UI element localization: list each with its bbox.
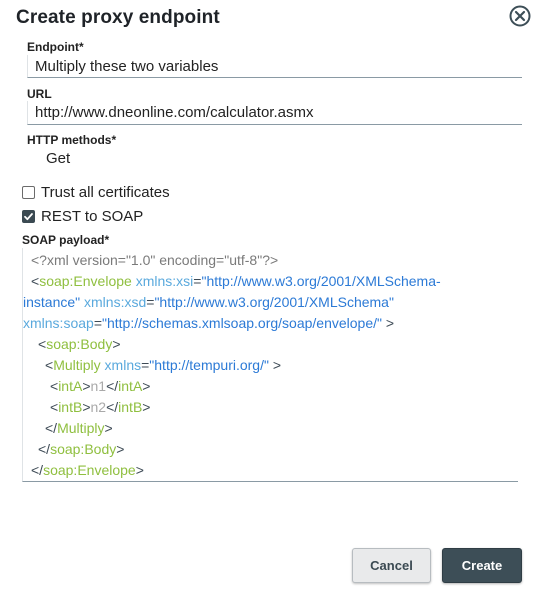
- dialog-title: Create proxy endpoint: [16, 7, 220, 28]
- http-methods-label: HTTP methods*: [27, 133, 117, 147]
- payload-line: <intA>n1</intA>: [50, 378, 151, 394]
- payload-line: </Multiply>: [45, 420, 113, 436]
- create-button[interactable]: Create: [442, 548, 522, 583]
- payload-line: <soap:Envelope xmlns:xsi="http://www.w3.…: [31, 273, 441, 289]
- soap-payload-label: SOAP payload*: [22, 233, 110, 247]
- payload-line: instance" xmlns:xsd="http://www.w3.org/2…: [23, 294, 394, 310]
- payload-line: </soap:Envelope>: [31, 462, 144, 478]
- trust-all-certificates-checkbox[interactable]: [22, 186, 35, 199]
- payload-line: <soap:Body>: [38, 336, 121, 352]
- url-field-wrapper: [27, 101, 522, 125]
- trust-all-certificates-option[interactable]: Trust all certificates: [22, 184, 170, 201]
- payload-line: <intB>n2</intB>: [50, 399, 151, 415]
- soap-payload-editor[interactable]: <?xml version="1.0" encoding="utf-8"?> <s…: [22, 248, 518, 482]
- url-input[interactable]: [28, 101, 522, 123]
- cancel-button[interactable]: Cancel: [352, 548, 431, 583]
- http-methods-value[interactable]: Get: [46, 150, 70, 167]
- rest-to-soap-checkbox[interactable]: [22, 210, 35, 223]
- checkmark-icon: [24, 213, 33, 221]
- close-icon[interactable]: [509, 5, 531, 27]
- endpoint-input[interactable]: [28, 55, 522, 77]
- rest-to-soap-label: REST to SOAP: [41, 208, 144, 225]
- payload-line: <Multiply xmlns="http://tempuri.org/" >: [45, 357, 282, 373]
- payload-line: <?xml version="1.0" encoding="utf-8"?>: [31, 252, 279, 268]
- endpoint-field-wrapper: [27, 55, 522, 78]
- rest-to-soap-option[interactable]: REST to SOAP: [22, 208, 143, 225]
- endpoint-label: Endpoint*: [27, 40, 84, 54]
- payload-line: xmlns:soap="http://schemas.xmlsoap.org/s…: [23, 315, 395, 331]
- url-label: URL: [27, 87, 52, 101]
- trust-all-certificates-label: Trust all certificates: [41, 184, 170, 201]
- payload-line: </soap:Body>: [38, 441, 125, 457]
